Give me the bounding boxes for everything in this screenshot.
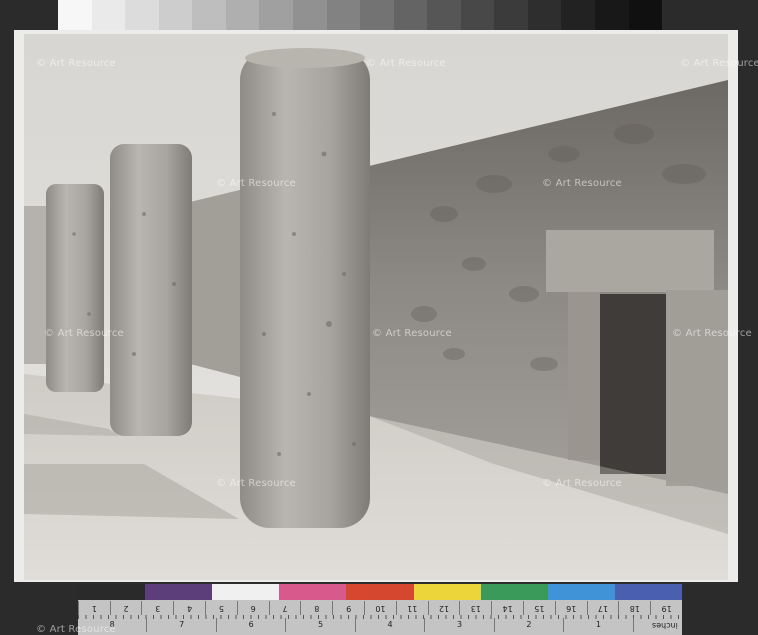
doorway-lintel xyxy=(546,230,714,292)
watermark: © Art Resource xyxy=(216,178,296,189)
photograph xyxy=(24,34,728,580)
ruler-number: 6 xyxy=(236,601,269,615)
color-swatch xyxy=(480,584,548,600)
center-wall xyxy=(190,188,248,379)
ruler-number: 4 xyxy=(173,601,206,615)
ruler-number: 17 xyxy=(586,601,619,615)
gray-step xyxy=(158,0,193,30)
gray-step xyxy=(360,0,394,30)
gray-step xyxy=(595,0,629,30)
ruler-number: 19 xyxy=(650,601,682,615)
watermark: © Art Resource xyxy=(542,478,622,489)
ruler-number: 14 xyxy=(491,601,524,615)
ruins-scene xyxy=(24,34,728,580)
gray-step xyxy=(192,0,226,30)
watermark: © Art Resource xyxy=(372,328,452,339)
ruler-number: 1 xyxy=(77,601,110,615)
color-swatch xyxy=(547,584,615,600)
ruler-number: 5 xyxy=(286,618,356,632)
color-swatch xyxy=(614,584,682,600)
ruler-number: 9 xyxy=(332,601,365,615)
watermark: © Art Resource xyxy=(216,478,296,489)
gray-step xyxy=(259,0,293,30)
column-mid xyxy=(110,144,192,436)
gray-step xyxy=(292,0,327,30)
ruler-number: 10 xyxy=(364,601,396,615)
gray-step xyxy=(527,0,562,30)
column-near xyxy=(240,48,370,528)
doorway-jamb-right xyxy=(666,290,728,486)
left-back-wall xyxy=(24,206,49,364)
watermark: © Art Resource xyxy=(366,58,446,69)
watermark: © Art Resource xyxy=(36,58,116,69)
color-calibration-card: 19 18 17 16 15 14 13 12 11 10 9 8 7 6 5 4 3 2 1 87654321 i… xyxy=(77,584,682,635)
ruler-number: 5 xyxy=(205,601,237,615)
watermark: © Art Resource xyxy=(44,328,124,339)
gray-step xyxy=(225,0,260,30)
ruler-number: 3 xyxy=(141,601,174,615)
color-swatch xyxy=(145,584,213,600)
gray-step xyxy=(326,0,361,30)
ruler-number: 11 xyxy=(395,601,428,615)
ruler-number: 2 xyxy=(109,601,142,615)
gray-step xyxy=(460,0,495,30)
ruler-number: 16 xyxy=(554,601,587,615)
gray-step xyxy=(427,0,461,30)
watermark: © Art Resource xyxy=(542,178,622,189)
gray-step xyxy=(561,0,595,30)
ruler-number: 18 xyxy=(618,601,651,615)
ruler-number: 13 xyxy=(459,601,492,615)
gray-step xyxy=(125,0,159,30)
ruler-number: 2 xyxy=(495,618,565,632)
watermark: © Art Resource xyxy=(672,328,752,339)
ruler-unit-label: inches xyxy=(652,621,678,630)
ruler-number: 8 xyxy=(300,601,333,615)
gray-step xyxy=(91,0,126,30)
gray-step xyxy=(393,0,428,30)
inch-ruler: 19 18 17 16 15 14 13 12 11 10 9 8 7 6 5 4 3 2 1 87654321 i… xyxy=(77,600,682,635)
doorway-opening xyxy=(600,294,666,474)
color-swatch xyxy=(279,584,347,600)
ruler-number: 3 xyxy=(425,618,495,632)
color-swatches xyxy=(78,584,682,600)
color-swatch xyxy=(78,584,146,600)
doorway-jamb-left xyxy=(568,292,600,460)
ruler-number: 6 xyxy=(217,618,287,632)
ruler-bottom-numbers: 87654321 xyxy=(78,618,634,632)
color-swatch xyxy=(413,584,481,600)
color-swatch xyxy=(346,584,414,600)
grayscale-calibration-strip xyxy=(58,0,663,30)
gray-step xyxy=(494,0,528,30)
ruler-number: 1 xyxy=(564,618,634,632)
watermark: © Art Resource xyxy=(36,624,116,635)
color-swatch xyxy=(212,584,280,600)
ruler-number: 4 xyxy=(356,618,426,632)
gray-step xyxy=(58,0,92,30)
ruler-number: 7 xyxy=(268,601,301,615)
ruler-number: 12 xyxy=(427,601,460,615)
ruler-top-numbers: 19 18 17 16 15 14 13 12 11 10 9 8 7 6 5 4 3 2 1 xyxy=(77,601,682,615)
watermark: © Art Resource xyxy=(680,58,758,69)
gray-step xyxy=(628,0,663,30)
ruler-number: 7 xyxy=(147,618,217,632)
column-far xyxy=(46,184,104,392)
ruler-number: 15 xyxy=(523,601,555,615)
